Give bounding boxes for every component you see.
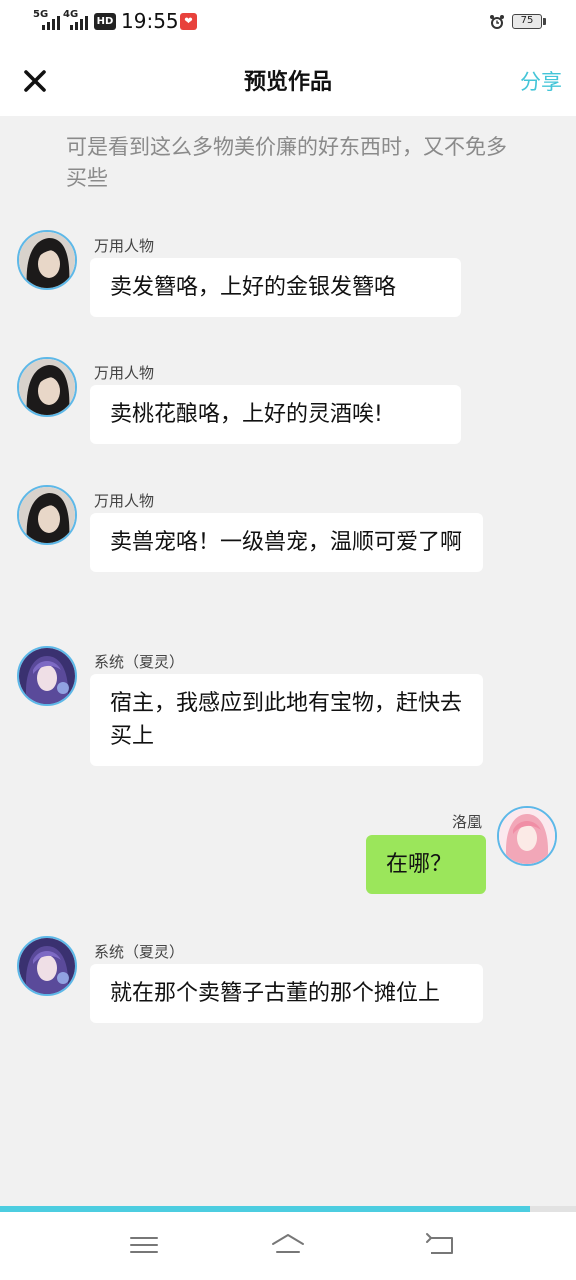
male-character-avatar-icon [19,487,75,543]
message-bubble[interactable]: 卖发簪咯，上好的金银发簪咯 [90,258,461,317]
message-bubble[interactable]: 就在那个卖簪子古董的那个摊位上 [90,964,483,1023]
page-title: 预览作品 [243,70,332,95]
message-bubble[interactable]: 卖兽宠咯！一级兽宠，温顺可爱了啊 [90,513,483,572]
signal-icon [64,16,90,30]
male-character-avatar-icon [19,359,75,415]
sender-name: 系统（夏灵） [94,653,185,671]
avatar[interactable] [17,485,77,545]
home-icon[interactable] [270,1230,306,1260]
menu-icon[interactable] [126,1230,162,1260]
battery-indicator: 75 [512,14,542,29]
sender-name: 万用人物 [94,364,155,382]
male-character-avatar-icon [19,232,75,288]
narration-text: 可是看到这么多物美价廉的好东西时，又不免多买些 [66,135,507,190]
message-bubble[interactable]: 宿主，我感应到此地有宝物，赶快去买上 [90,674,483,766]
message-bubble[interactable]: 卖桃花酿咯，上好的灵酒唉! [90,385,461,444]
status-bar: 5G 4G HD 19:55 ❤ 75 [0,0,576,44]
female-character-avatar-icon [19,648,75,704]
sender-name: 万用人物 [94,237,155,255]
notification-app-icon: ❤ [180,13,197,30]
hd-voice-icon: HD [94,13,116,30]
pink-hair-character-avatar-icon [499,808,555,864]
share-button[interactable]: 分享 [520,66,562,96]
avatar[interactable] [17,230,77,290]
signal-icon [34,16,60,30]
battery-cap [543,18,546,25]
message-bubble[interactable]: 在哪？ [366,835,486,894]
avatar[interactable] [497,806,557,866]
avatar[interactable] [17,357,77,417]
system-navigation-bar [0,1212,576,1280]
back-icon[interactable] [422,1230,458,1260]
clock: 19:55 [121,9,179,33]
sender-name: 洛凰 [451,813,482,831]
female-character-avatar-icon [19,938,75,994]
alarm-icon [490,15,504,29]
avatar[interactable] [17,936,77,996]
top-nav-bar: 预览作品 分享 [0,44,576,116]
sender-name: 系统（夏灵） [94,943,185,961]
avatar[interactable] [17,646,77,706]
sender-name: 万用人物 [94,492,155,510]
